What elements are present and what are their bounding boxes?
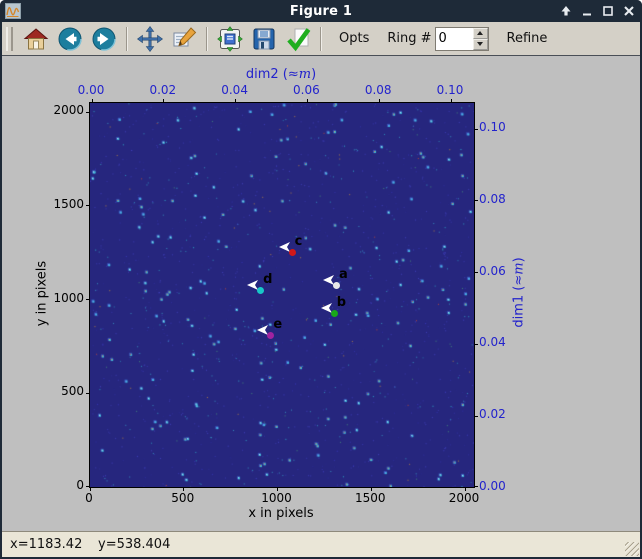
save-button[interactable] [249, 25, 279, 53]
cursor-x-readout: x=1183.42 [10, 537, 83, 552]
forward-arrow-icon [92, 26, 116, 51]
point-label: b [336, 294, 347, 310]
tick-mark [86, 205, 90, 207]
tick-mark [86, 111, 90, 113]
maximize-button[interactable] [601, 4, 615, 18]
maximize-icon [603, 6, 613, 16]
tick-mark [474, 200, 478, 202]
titlebar[interactable]: Figure 1 [0, 0, 642, 22]
x-tick-label: 0 [85, 491, 93, 505]
x-tick-label: 1000 [261, 491, 292, 505]
edit-note-icon [173, 26, 197, 46]
top-tick-label: 0.04 [221, 83, 248, 97]
configure-subplots-icon [217, 25, 243, 52]
tick-mark [235, 99, 237, 103]
subplots-button[interactable] [215, 25, 245, 53]
ring-number-input[interactable] [435, 27, 473, 50]
back-arrow-icon [58, 26, 82, 51]
detector-image [90, 103, 474, 487]
home-icon [23, 27, 49, 49]
tick-mark [474, 343, 478, 345]
edit-button[interactable] [169, 25, 199, 53]
cursor-y-readout: y=538.404 [98, 537, 171, 552]
checkmark-icon [287, 27, 311, 51]
top-tick-label: 0.02 [149, 83, 177, 97]
top-tick-label: 0.08 [364, 83, 392, 97]
tick-mark [474, 485, 478, 487]
point-dot [257, 286, 265, 294]
tick-mark [474, 415, 478, 417]
bottom-axis-label: x in pixels [248, 506, 314, 521]
window-title: Figure 1 [289, 3, 353, 19]
right-tick-label: 0.08 [479, 191, 506, 206]
x-tick-label: 2000 [448, 491, 480, 505]
statusbar: x=1183.42 y=538.404 [2, 531, 640, 557]
ring-spin-up-button[interactable] [472, 27, 488, 39]
ring-number-label: Ring # [387, 31, 432, 46]
save-floppy-icon [253, 28, 275, 49]
tick-mark [378, 99, 380, 103]
back-button[interactable] [55, 25, 85, 53]
tick-mark [86, 299, 90, 300]
point-label: c [294, 234, 303, 250]
tick-mark [86, 485, 90, 487]
tick-mark [474, 128, 478, 130]
shade-button[interactable] [559, 4, 573, 18]
accept-button[interactable] [283, 25, 313, 53]
x-tick-label: 1500 [354, 491, 386, 505]
figure-window: Figure 1 Opts Ring # 0 Refine a b c d e … [0, 0, 642, 559]
close-button[interactable] [622, 4, 636, 18]
forward-button[interactable] [89, 25, 119, 53]
tick-mark [163, 99, 165, 103]
point-label: e [273, 317, 283, 333]
pan-icon [137, 25, 163, 52]
y-tick-label: 1500 [53, 196, 84, 211]
toolbar-separator [126, 26, 128, 51]
spin-down-icon [477, 42, 484, 46]
tick-mark [450, 99, 452, 103]
spin-up-icon [477, 31, 484, 35]
toolbar-separator [320, 26, 322, 51]
figure-canvas: abcde 0 500 1000 1500 2000 0 500 1000 1500 2000 0.… [2, 56, 640, 531]
tick-mark [91, 99, 93, 103]
opts-button[interactable]: Opts [333, 30, 375, 47]
toolbar-grip[interactable] [6, 26, 13, 51]
pan-button[interactable] [135, 25, 165, 53]
y-tick-label: 500 [61, 384, 84, 399]
point-label: a [339, 267, 348, 283]
close-icon [624, 6, 634, 16]
left-axis-label: y in pixels [34, 260, 50, 327]
shade-icon [561, 6, 571, 16]
home-button[interactable] [21, 25, 51, 53]
right-tick-label: 0.02 [479, 407, 506, 422]
tick-mark [474, 272, 478, 274]
plot-area[interactable]: ab c d e [86, 99, 478, 491]
resize-grip[interactable] [625, 542, 639, 556]
point-dot [330, 309, 338, 317]
toolbar-separator [206, 26, 208, 51]
ring-number-spinbox[interactable] [434, 26, 489, 51]
tick-mark [86, 392, 90, 394]
y-tick-label: 0 [76, 478, 84, 492]
toolbar: Opts Ring # Refine [2, 22, 640, 56]
x-tick-label: 500 [171, 491, 195, 505]
refine-button[interactable]: Refine [501, 30, 554, 47]
point-label: d [263, 271, 273, 287]
minimize-icon [583, 13, 591, 16]
right-axis-label: dim1 (≈m) [511, 257, 527, 328]
right-tick-label: 0.00 [479, 479, 506, 493]
minimize-button[interactable] [580, 4, 594, 18]
top-axis-label: dim2 (≈m) [245, 67, 317, 82]
tick-mark [306, 99, 308, 103]
y-tick-label: 2000 [53, 103, 84, 117]
top-tick-label: 0.10 [436, 83, 464, 97]
top-tick-label: 0.00 [77, 83, 105, 97]
top-tick-label: 0.06 [293, 83, 320, 97]
right-tick-label: 0.10 [479, 120, 506, 134]
ring-spin-down-button[interactable] [472, 38, 488, 50]
